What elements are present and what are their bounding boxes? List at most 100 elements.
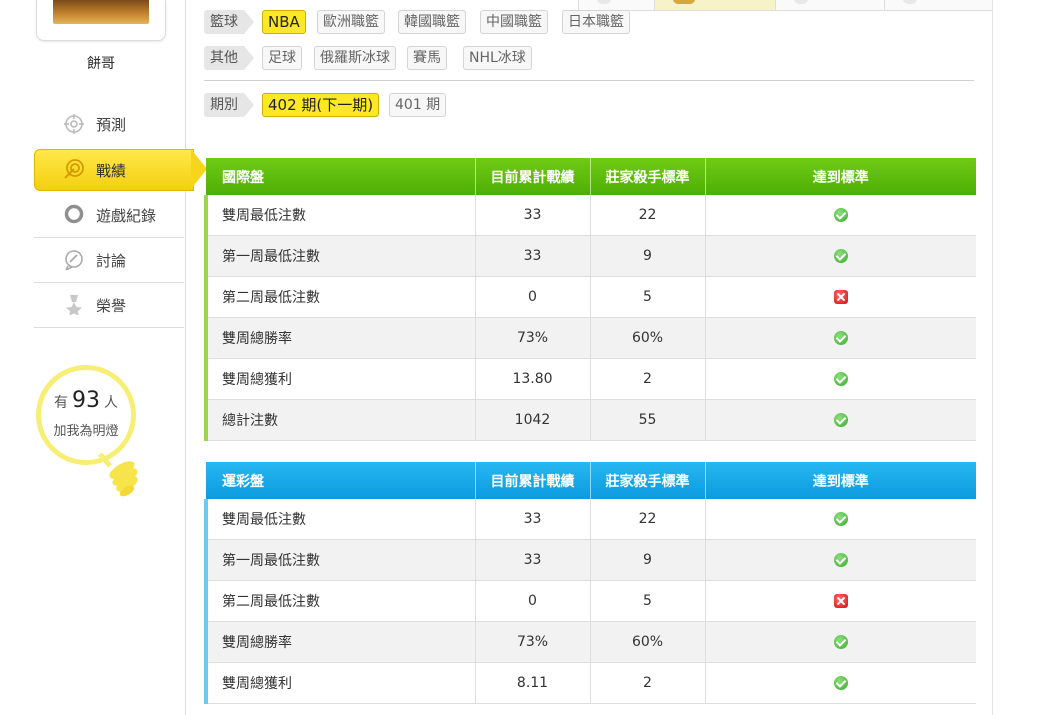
tab-thumb-icon	[903, 0, 917, 4]
lottery-table-body: 雙周最低注數 33 22 第一周最低注數 33 9 第二周最低注數 0 5 雙周總勝率 73% 60%…	[204, 499, 976, 704]
sidebar-item-record[interactable]: 戰績	[34, 149, 207, 191]
cell-current-record: 1042	[475, 399, 591, 441]
top-tab[interactable]	[884, 0, 993, 11]
cell-current-record: 33	[475, 195, 591, 236]
lightbulb-icon	[98, 452, 138, 497]
avatar-card[interactable]	[36, 0, 166, 41]
sidebar-item-label: 討論	[96, 252, 127, 270]
chip-soccer[interactable]: 足球	[262, 46, 302, 70]
category-label-period: 期別	[204, 93, 254, 117]
column-header: 莊家殺手標準	[590, 158, 706, 195]
cell-status	[705, 539, 976, 581]
content-right-border	[992, 0, 993, 715]
cell-status	[705, 235, 976, 277]
cell-current-record: 33	[475, 499, 591, 540]
column-header: 國際盤	[206, 158, 476, 195]
cell-item-name: 雙周總勝率	[204, 621, 476, 663]
cell-standard: 9	[590, 539, 706, 581]
chip-korea-basketball[interactable]: 韓國職籃	[398, 10, 466, 34]
cell-status	[705, 580, 976, 622]
category-label-other: 其他	[204, 46, 254, 70]
bullseye-icon	[64, 159, 84, 179]
cell-item-name: 雙周總獲利	[204, 358, 476, 400]
cell-current-record: 33	[475, 539, 591, 581]
chip-japan-basketball[interactable]: 日本職籃	[562, 10, 630, 34]
cell-status	[705, 662, 976, 704]
filter-row-other: 其他 足球 俄羅斯冰球 賽馬 NHL冰球	[204, 46, 764, 72]
table-row: 第一周最低注數 33 9	[204, 235, 976, 277]
tab-thumb-icon	[794, 0, 808, 4]
table-row: 雙周最低注數 33 22	[204, 195, 976, 236]
fans-badge[interactable]	[36, 365, 136, 465]
cell-item-name: 雙周最低注數	[204, 499, 476, 540]
cell-item-name: 雙周總獲利	[204, 662, 476, 704]
chip-nba[interactable]: NBA	[262, 10, 306, 34]
column-header: 達到標準	[705, 158, 976, 195]
divider	[204, 80, 974, 81]
column-header: 目前累計戰績	[475, 158, 591, 195]
sidebar-item-games[interactable]: 遊戲紀錄	[34, 193, 184, 238]
cell-standard: 2	[590, 662, 706, 704]
cell-standard: 22	[590, 499, 706, 540]
cell-status	[705, 317, 976, 359]
fans-cta[interactable]: 加我為明燈	[36, 420, 136, 439]
table-row: 雙周總勝率 73% 60%	[204, 621, 976, 663]
chip-period-402[interactable]: 402 期(下一期)	[262, 93, 380, 117]
sidebar-item-label: 預測	[96, 116, 127, 134]
fans-prefix: 有	[54, 395, 68, 411]
tab-thumb-icon	[673, 0, 695, 4]
cell-item-name: 第一周最低注數	[204, 235, 476, 277]
sidebar-item-honor[interactable]: 榮譽	[34, 283, 184, 328]
table-row: 雙周總獲利 8.11 2	[204, 662, 976, 704]
chip-horse-racing[interactable]: 賽馬	[407, 46, 447, 70]
column-header: 運彩盤	[206, 462, 476, 499]
top-tab[interactable]	[775, 0, 884, 11]
sidebar-item-label: 戰績	[96, 162, 127, 180]
table-header-row: 國際盤 目前累計戰績 莊家殺手標準 達到標準	[206, 158, 976, 195]
table-row: 雙周總勝率 73% 60%	[204, 317, 976, 359]
cell-current-record: 73%	[475, 317, 591, 359]
table-row: 第二周最低注數 0 5	[204, 276, 976, 318]
chip-euro-basketball[interactable]: 歐洲職籃	[317, 10, 385, 34]
fans-suffix: 人	[104, 395, 118, 411]
check-circle-icon	[833, 553, 848, 567]
sidebar-item-predict[interactable]: 預測	[34, 102, 184, 146]
cell-standard: 22	[590, 195, 706, 236]
check-circle-icon	[833, 208, 848, 222]
x-fail-icon	[833, 594, 848, 608]
cell-status	[705, 621, 976, 663]
fans-count-text: 有 93 人	[36, 388, 136, 413]
cell-standard: 55	[590, 399, 706, 441]
medal-icon	[66, 295, 82, 315]
cell-item-name: 第二周最低注數	[204, 276, 476, 318]
column-header: 達到標準	[705, 462, 976, 499]
check-circle-icon	[833, 372, 848, 386]
chip-china-basketball[interactable]: 中國職籃	[480, 10, 548, 34]
column-header: 莊家殺手標準	[590, 462, 706, 499]
sidebar-item-label: 榮譽	[96, 297, 127, 315]
cell-current-record: 8.11	[475, 662, 591, 704]
check-circle-icon	[833, 635, 848, 649]
sidebar-item-label: 遊戲紀錄	[96, 207, 157, 225]
chip-period-401[interactable]: 401 期	[389, 93, 447, 117]
intl-table-body: 雙周最低注數 33 22 第一周最低注數 33 9 第二周最低注數 0 5 雙周總勝率 73% 60%…	[204, 195, 976, 441]
chip-russia-hockey[interactable]: 俄羅斯冰球	[314, 46, 396, 70]
table-row: 總計注數 1042 55	[204, 399, 976, 441]
ring-icon	[64, 204, 84, 224]
sidebar-item-discuss[interactable]: 討論	[34, 238, 184, 283]
avatar	[53, 0, 149, 24]
table-row: 第一周最低注數 33 9	[204, 539, 976, 581]
check-circle-icon	[833, 512, 848, 526]
cell-current-record: 0	[475, 276, 591, 318]
table-row: 雙周最低注數 33 22	[204, 499, 976, 540]
cell-status	[705, 276, 976, 318]
user-name: 餅哥	[87, 56, 115, 72]
target-icon	[64, 114, 84, 134]
cell-current-record: 73%	[475, 621, 591, 663]
filter-row-basketball: 籃球 NBA 歐洲職籃 韓國職籃 中國職籃 日本職籃	[204, 10, 764, 36]
chip-nhl-hockey[interactable]: NHL冰球	[463, 46, 532, 70]
cell-status	[705, 358, 976, 400]
check-circle-icon	[833, 249, 848, 263]
cell-item-name: 第二周最低注數	[204, 580, 476, 622]
category-label-basketball: 籃球	[204, 10, 254, 34]
